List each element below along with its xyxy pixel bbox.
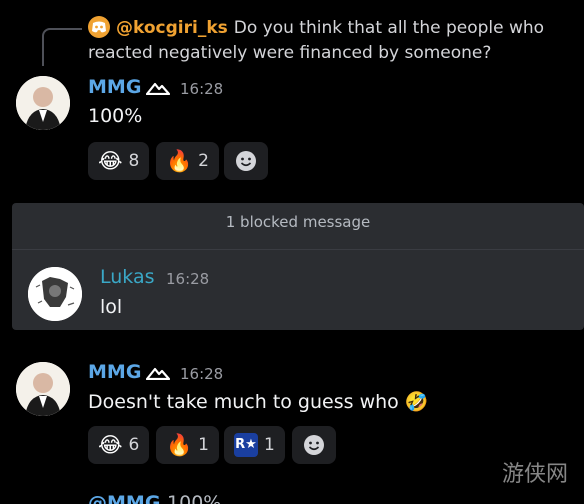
reply-preview[interactable]: @kocgiri_ks Do you think that all the peo… xyxy=(88,16,578,66)
joy-emoji-icon: 😂 xyxy=(98,148,123,173)
reaction-fire[interactable]: 🔥 2 xyxy=(156,142,219,180)
reaction-joy[interactable]: 😂 6 xyxy=(88,426,150,464)
avatar[interactable] xyxy=(28,267,82,321)
divider xyxy=(12,249,584,250)
reaction-count: 2 xyxy=(198,151,209,171)
author-name[interactable]: MMG xyxy=(88,76,141,98)
reaction-rockstar[interactable]: R★ 1 xyxy=(224,426,285,464)
avatar[interactable] xyxy=(16,76,70,130)
reaction-count: 6 xyxy=(128,435,140,455)
smiley-icon xyxy=(236,151,256,171)
rockstar-emoji-icon: R★ xyxy=(234,433,258,457)
message-text: 100% xyxy=(88,105,143,127)
next-reply-preview[interactable]: @MMG 100% xyxy=(88,492,221,504)
message-timestamp: 16:28 xyxy=(180,80,224,98)
add-reaction-button[interactable] xyxy=(224,142,268,180)
reaction-count: 8 xyxy=(128,151,140,171)
next-reply-author[interactable]: @MMG xyxy=(88,492,160,504)
reply-author[interactable]: @kocgiri_ks xyxy=(116,18,228,38)
reaction-count: 1 xyxy=(264,435,275,455)
add-reaction-button[interactable] xyxy=(292,426,336,464)
smiley-icon xyxy=(304,435,324,455)
reply-connector-line xyxy=(42,28,82,66)
blocked-message-label[interactable]: 1 blocked message xyxy=(12,213,584,231)
blocked-message-group[interactable]: 1 blocked message Lukas 16:28 lol xyxy=(12,203,584,330)
mountain-badge-icon xyxy=(145,365,171,384)
author-name[interactable]: MMG xyxy=(88,361,141,383)
fire-emoji-icon: 🔥 xyxy=(166,432,193,457)
message-timestamp: 16:28 xyxy=(180,365,224,383)
next-reply-text: 100% xyxy=(167,492,222,504)
author-name[interactable]: Lukas xyxy=(100,266,155,288)
avatar[interactable] xyxy=(16,362,70,416)
message-timestamp: 16:28 xyxy=(166,270,210,288)
message-text: Doesn't take much to guess who 🤣 xyxy=(88,391,429,413)
reply-text-line2: reacted negatively were financed by some… xyxy=(88,43,492,63)
reaction-fire[interactable]: 🔥 1 xyxy=(156,426,219,464)
discord-logo-icon xyxy=(88,16,110,38)
reaction-joy[interactable]: 😂 8 xyxy=(88,142,150,180)
fire-emoji-icon: 🔥 xyxy=(166,148,193,173)
reply-text-line1: Do you think that all the people who xyxy=(233,18,545,38)
joy-emoji-icon: 😂 xyxy=(98,432,123,457)
message-text: lol xyxy=(100,296,123,318)
mountain-badge-icon xyxy=(145,80,171,99)
watermark: 游侠网 xyxy=(502,462,569,487)
reaction-count: 1 xyxy=(198,435,209,455)
